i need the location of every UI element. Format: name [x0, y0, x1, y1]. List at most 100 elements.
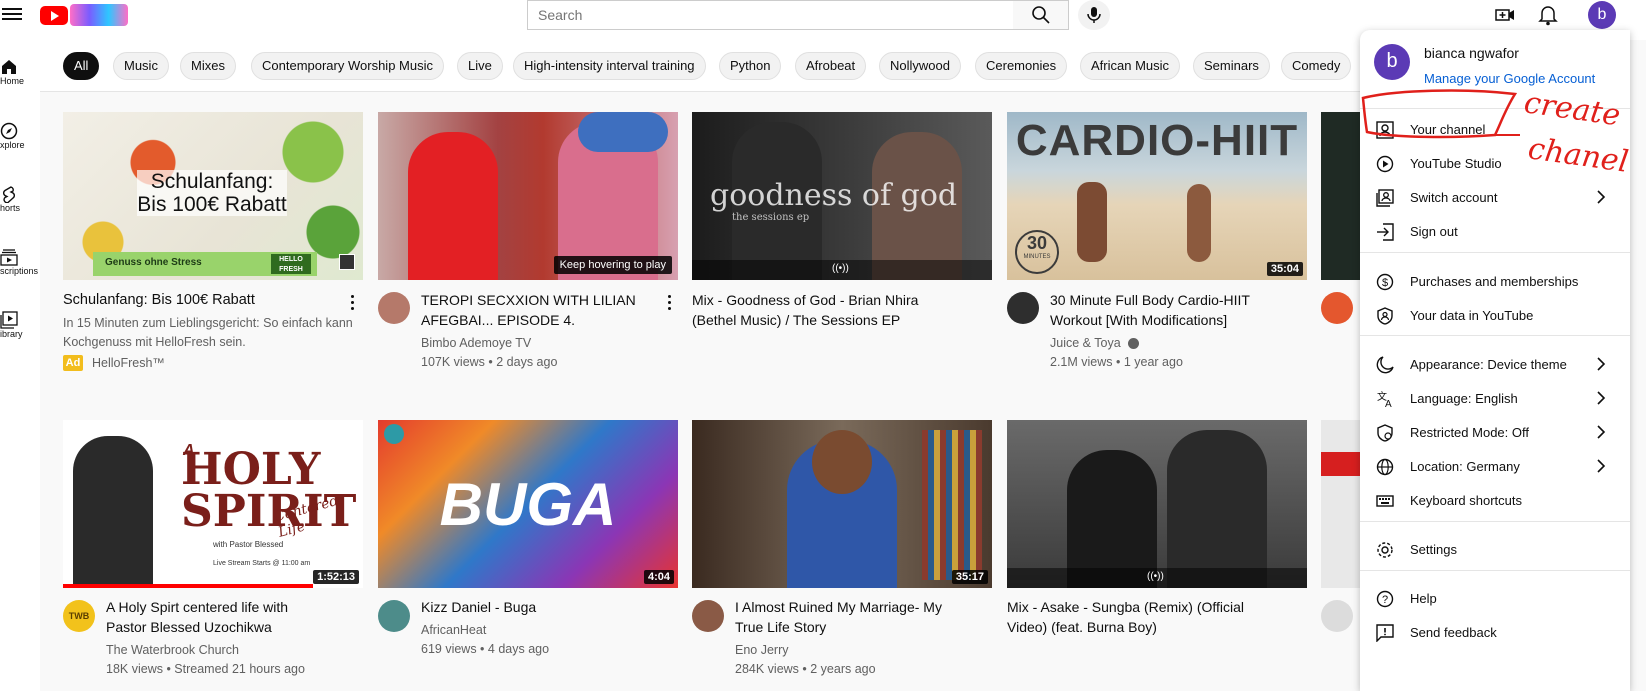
video-thumbnail[interactable]: A HOLY SPIRIT Centered Life with Pastor …: [63, 420, 363, 588]
menu-item-label: Send feedback: [1410, 625, 1497, 640]
chip-python[interactable]: Python: [719, 52, 782, 80]
search-button[interactable]: [1013, 0, 1069, 30]
video-thumbnail[interactable]: ((•)): [1007, 420, 1307, 588]
menu-divider: [1360, 335, 1630, 336]
chip-music[interactable]: Music: [113, 52, 169, 80]
chip-ceremonies[interactable]: Ceremonies: [975, 52, 1068, 80]
channel-name[interactable]: HelloFresh™: [92, 354, 165, 373]
chip-hiit[interactable]: High-intensity interval training: [513, 52, 706, 80]
video-title-line-1[interactable]: 30 Minute Full Body Cardio-HIIT: [1050, 290, 1250, 310]
search-icon: [1032, 6, 1050, 24]
video-title[interactable]: Schulanfang: Bis 100€ Rabatt: [63, 290, 255, 310]
account-avatar-button[interactable]: b: [1588, 1, 1616, 29]
video-thumbnail[interactable]: 35:17: [692, 420, 992, 588]
chip-african-music[interactable]: African Music: [1080, 52, 1181, 80]
channel-name[interactable]: Juice & Toya: [1050, 334, 1121, 353]
video-title-line-2[interactable]: Video) (feat. Burna Boy): [1007, 617, 1157, 637]
sidebar-item-library[interactable]: ibrary: [0, 311, 40, 339]
channel-avatar[interactable]: [378, 292, 410, 324]
video-title-line-1[interactable]: I Almost Ruined My Marriage- My: [735, 597, 942, 617]
chip-seminars[interactable]: Seminars: [1193, 52, 1270, 80]
channel-name[interactable]: Bimbo Ademoye TV: [421, 334, 531, 353]
channel-avatar[interactable]: [1007, 292, 1039, 324]
menu-item-location[interactable]: Location: Germany: [1360, 450, 1630, 484]
channel-avatar[interactable]: [1321, 292, 1353, 324]
menu-item-settings[interactable]: Settings: [1360, 533, 1630, 567]
video-meta: 619 views • 4 days ago: [421, 642, 550, 656]
voice-search-button[interactable]: [1078, 0, 1110, 30]
video-thumbnail-partial[interactable]: [1321, 112, 1361, 280]
menu-item-your-channel[interactable]: Your channel: [1360, 113, 1630, 147]
sidebar-item-subscriptions[interactable]: scriptions: [0, 248, 40, 276]
svg-text:A: A: [1385, 399, 1392, 408]
channel-avatar[interactable]: TWB: [63, 600, 95, 632]
live-radio-icon: ((•)): [832, 263, 849, 274]
thumb-title: BUGA: [439, 471, 617, 538]
video-title[interactable]: Kizz Daniel - Buga: [421, 597, 536, 617]
video-title-line-1[interactable]: A Holy Spirt centered life with: [106, 597, 288, 617]
chip-mixes[interactable]: Mixes: [180, 52, 236, 80]
menu-item-label: Appearance: Device theme: [1410, 357, 1567, 372]
manage-google-account-link[interactable]: Manage your Google Account: [1424, 71, 1595, 86]
channel-avatar[interactable]: [378, 600, 410, 632]
chip-nollywood[interactable]: Nollywood: [879, 52, 961, 80]
sidebar-item-shorts[interactable]: horts: [0, 185, 40, 213]
menu-item-help[interactable]: ? Help: [1360, 582, 1630, 616]
menu-item-label: Restricted Mode: Off: [1410, 425, 1529, 440]
channel-avatar[interactable]: [692, 600, 724, 632]
video-title-line-2[interactable]: Pastor Blessed Uzochikwa: [106, 617, 272, 637]
channel-name[interactable]: Eno Jerry: [735, 641, 789, 660]
video-title-line-2[interactable]: True Life Story: [735, 617, 826, 637]
chip-afrobeat[interactable]: Afrobeat: [795, 52, 867, 80]
svg-text:$: $: [1382, 277, 1388, 289]
menu-item-purchases[interactable]: $ Purchases and memberships: [1360, 265, 1630, 299]
video-title-line-2[interactable]: AFEGBAI... EPISODE 4.: [421, 310, 575, 330]
chip-all[interactable]: All: [63, 52, 100, 80]
restricted-icon: [1377, 424, 1393, 442]
menu-item-send-feedback[interactable]: Send feedback: [1360, 616, 1630, 650]
video-thumbnail-partial[interactable]: [1321, 420, 1361, 588]
menu-item-label: YouTube Studio: [1410, 156, 1502, 171]
channel-name[interactable]: The Waterbrook Church: [106, 641, 239, 660]
menu-item-your-data[interactable]: Your data in YouTube: [1360, 299, 1630, 333]
athlete-figure: [1077, 182, 1107, 262]
more-options-icon[interactable]: [351, 294, 355, 310]
more-options-icon[interactable]: [668, 294, 672, 310]
video-title-line-2[interactable]: Workout [With Modifications]: [1050, 310, 1227, 330]
video-title-line-1[interactable]: Mix - Asake - Sungba (Remix) (Official: [1007, 597, 1244, 617]
menu-item-restricted-mode[interactable]: Restricted Mode: Off: [1360, 416, 1630, 450]
video-thumbnail[interactable]: goodness of god the sessions ep ((•)): [692, 112, 992, 280]
menu-item-keyboard-shortcuts[interactable]: Keyboard shortcuts: [1360, 484, 1630, 518]
menu-item-switch-account[interactable]: Switch account: [1360, 181, 1630, 215]
notifications-button[interactable]: [1538, 4, 1558, 26]
sidebar-item-explore[interactable]: xplore: [0, 122, 40, 150]
channel-avatar[interactable]: [1321, 600, 1353, 632]
channel-name[interactable]: AfricanHeat: [421, 621, 486, 640]
video-thumbnail[interactable]: CARDIO-HIIT 30 MINUTES 35:04: [1007, 112, 1307, 280]
menu-item-youtube-studio[interactable]: YouTube Studio: [1360, 147, 1630, 181]
video-thumbnail[interactable]: Keep hovering to play: [378, 112, 678, 280]
video-thumbnail[interactable]: Schulanfang: Bis 100€ Rabatt Genuss ohne…: [63, 112, 363, 280]
video-title-line-2[interactable]: (Bethel Music) / The Sessions EP: [692, 310, 900, 330]
menu-item-language[interactable]: 文A Language: English: [1360, 382, 1630, 416]
menu-icon[interactable]: [2, 5, 22, 25]
chip-contemporary-worship-music[interactable]: Contemporary Worship Music: [251, 52, 444, 80]
video-thumbnail[interactable]: BUGA 4:04: [378, 420, 678, 588]
create-button[interactable]: [1495, 5, 1515, 25]
external-link-icon[interactable]: [339, 254, 355, 270]
chip-live[interactable]: Live: [457, 52, 503, 80]
menu-item-sign-out[interactable]: Sign out: [1360, 215, 1630, 249]
dollar-icon: $: [1376, 273, 1394, 291]
speaker-head: [812, 430, 872, 494]
pastor-figure: [73, 436, 153, 586]
video-title-line-1[interactable]: Mix - Goodness of God - Brian Nhira: [692, 290, 918, 310]
search-input[interactable]: [536, 1, 996, 29]
video-add-icon: [1495, 9, 1514, 21]
menu-item-appearance[interactable]: Appearance: Device theme: [1360, 348, 1630, 382]
chip-comedy[interactable]: Comedy: [1281, 52, 1352, 80]
ad-description-line-2: Kochgenuss mit HelloFresh sein.: [63, 335, 246, 349]
thumb-headline-1: Schulanfang:: [150, 170, 274, 193]
video-title-line-1[interactable]: TEROPI SECXXION WITH LILIAN: [421, 290, 636, 310]
youtube-logo[interactable]: [40, 4, 130, 26]
sidebar-item-home[interactable]: Home: [0, 58, 40, 86]
